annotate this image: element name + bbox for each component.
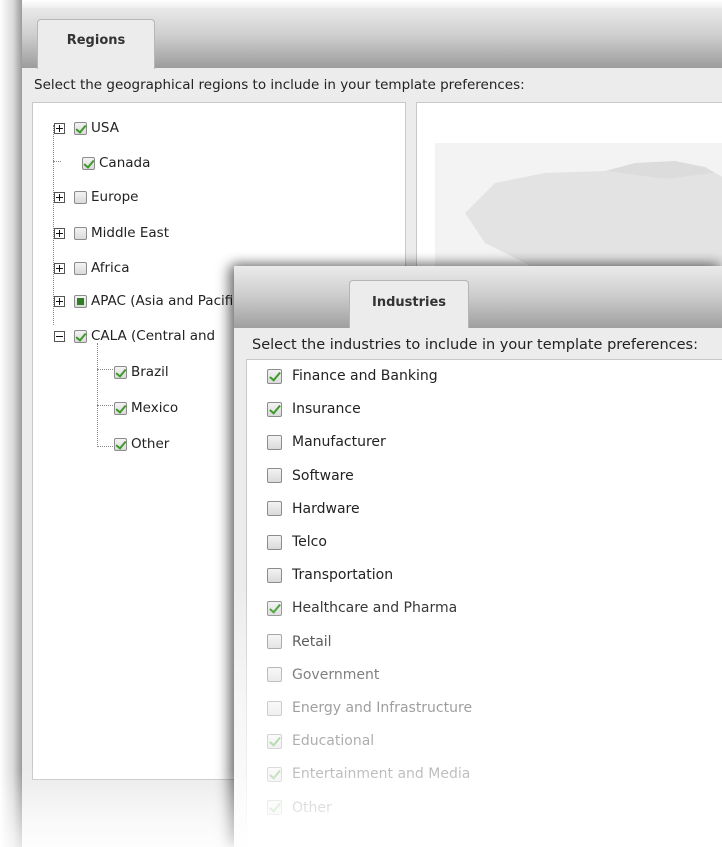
region-label: Canada [99,155,151,171]
region-checkbox[interactable] [74,121,87,135]
region-label: CALA (Central and [91,328,216,344]
region-label: Brazil [131,364,169,380]
industry-checkbox[interactable] [267,434,282,450]
industry-label: Healthcare and Pharma [292,600,458,617]
tab-regions-label: Regions [66,33,126,48]
industry-label: Educational [292,733,375,750]
region-label: Africa [91,260,130,276]
industry-label: Insurance [292,401,361,418]
region-checkbox[interactable] [74,294,87,308]
region-checkbox[interactable] [74,190,87,204]
industries-list: Finance and Banking Insurance Manufacturer… [246,359,722,847]
industry-label: Energy and Infrastructure [292,700,473,716]
industry-item-entertainment-and-media[interactable]: Entertainment and Media [267,762,470,786]
industry-label: Entertainment and Media [292,766,471,783]
industry-item-hardware[interactable]: Hardware [267,497,360,521]
industry-checkbox[interactable] [267,468,282,484]
left-shadow [0,0,22,847]
industry-label: Software [292,467,354,484]
regions-instruction: Select the geographical regions to inclu… [34,77,525,93]
tree-connector [97,369,115,370]
industry-checkbox[interactable] [267,634,282,650]
industry-checkbox[interactable] [267,600,282,616]
tab-regions[interactable]: Regions [37,19,155,69]
industry-item-transportation[interactable]: Transportation [267,563,393,587]
industry-checkbox[interactable] [267,667,282,683]
tab-industries[interactable]: Industries [349,280,469,328]
region-item-middle-east[interactable]: Middle East [54,222,169,244]
industry-item-healthcare-and-pharma[interactable]: Healthcare and Pharma [267,596,457,620]
industry-checkbox[interactable] [267,567,282,583]
region-item-europe[interactable]: Europe [54,186,138,208]
industry-item-insurance[interactable]: Insurance [267,397,361,421]
industry-item-other[interactable]: Other [267,796,332,820]
industry-checkbox[interactable] [267,501,282,517]
industry-label: Other [292,799,332,816]
expand-plus-icon[interactable] [54,295,65,307]
region-label: APAC (Asia and Pacific) [91,293,246,309]
expand-plus-icon[interactable] [54,262,65,274]
industry-checkbox[interactable] [267,401,282,417]
region-label: Other [131,436,170,452]
region-checkbox[interactable] [114,401,127,415]
region-item-cala-central-and[interactable]: CALA (Central and [54,325,215,347]
region-checkbox[interactable] [74,261,87,275]
tree-connector [53,161,61,162]
tree-connector [97,343,98,447]
region-item-other[interactable]: Other [114,433,169,455]
industry-checkbox[interactable] [267,733,282,749]
expand-plus-icon[interactable] [54,122,65,134]
industries-tabstrip [234,266,722,328]
region-checkbox[interactable] [74,226,87,240]
industry-item-government[interactable]: Government [267,663,379,687]
industry-label: Manufacturer [292,434,386,451]
industry-item-manufacturer[interactable]: Manufacturer [267,430,386,454]
region-label: USA [91,120,119,136]
region-item-apac-asia-and-pacific[interactable]: APAC (Asia and Pacific) [54,290,246,312]
industry-checkbox[interactable] [267,700,282,716]
industry-item-educational[interactable]: Educational [267,729,374,753]
tree-connector [97,405,115,406]
region-label: Mexico [131,400,179,416]
region-item-usa[interactable]: USA [54,117,119,139]
industry-checkbox[interactable] [267,368,282,384]
industry-label: Government [292,666,380,683]
industry-item-telco[interactable]: Telco [267,530,327,554]
region-label: Europe [91,189,139,205]
industry-checkbox[interactable] [267,766,282,782]
region-item-brazil[interactable]: Brazil [114,361,169,383]
industry-label: Retail [292,633,332,650]
expand-plus-icon[interactable] [54,227,65,239]
expand-plus-icon[interactable] [54,191,65,203]
industry-item-software[interactable]: Software [267,464,354,488]
industry-item-retail[interactable]: Retail [267,630,332,654]
industries-panel: Industries Select the industries to incl… [234,266,722,847]
region-checkbox[interactable] [74,329,87,343]
region-label: Middle East [91,225,170,241]
industry-item-energy-and-infrastructure[interactable]: Energy and Infrastructure [267,696,472,720]
industry-item-finance-and-banking[interactable]: Finance and Banking [267,364,438,388]
industry-checkbox[interactable] [267,534,282,550]
industry-label: Hardware [292,500,360,517]
region-checkbox[interactable] [82,156,95,170]
industry-label: Transportation [292,567,394,584]
industry-checkbox[interactable] [267,800,282,816]
region-item-africa[interactable]: Africa [54,257,130,279]
region-item-mexico[interactable]: Mexico [114,397,178,419]
region-checkbox[interactable] [114,437,127,451]
industry-label: Finance and Banking [292,368,438,384]
collapse-minus-icon[interactable] [54,330,65,342]
industry-label: Telco [292,534,327,550]
region-checkbox[interactable] [114,365,127,379]
industries-instruction: Select the industries to include in your… [252,337,698,353]
region-item-canada[interactable]: Canada [82,152,150,174]
tab-industries-label: Industries [371,295,447,310]
tree-connector [97,446,115,447]
